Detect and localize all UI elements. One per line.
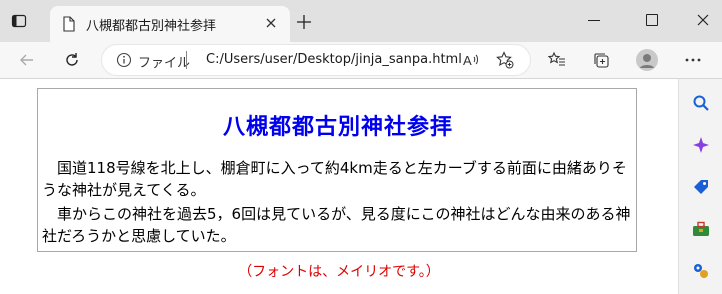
font-note: （フォントは、メイリオです。） [238, 264, 440, 280]
add-favorite-icon[interactable] [496, 51, 514, 69]
tools-icon[interactable] [691, 219, 711, 239]
close-icon[interactable] [264, 16, 278, 30]
tab-actions-icon[interactable] [10, 12, 28, 30]
games-icon[interactable] [691, 261, 711, 281]
address-separator [186, 51, 187, 69]
info-icon[interactable] [116, 52, 132, 68]
copilot-icon[interactable] [691, 135, 711, 155]
search-icon[interactable] [691, 93, 711, 113]
close-window-icon[interactable] [697, 14, 709, 26]
svg-text:A: A [463, 53, 472, 68]
refresh-icon[interactable] [63, 51, 81, 69]
back-icon[interactable] [18, 51, 36, 69]
profile-icon[interactable] [636, 49, 658, 71]
url-text[interactable]: C:/Users/user/Desktop/jinja_sanpa.html [206, 52, 462, 67]
more-icon[interactable] [684, 51, 702, 69]
favorites-icon[interactable] [548, 51, 566, 69]
address-bar[interactable]: ファイル C:/Users/user/Desktop/jinja_sanpa.h… [102, 45, 530, 75]
paragraph-1: 国道118号線を北上し、棚倉町に入って約4km走ると左カーブする前面に由緒ありそ… [42, 159, 627, 199]
collections-icon[interactable] [592, 51, 610, 69]
maximize-icon[interactable] [646, 14, 658, 26]
shopping-icon[interactable] [691, 177, 711, 197]
tab-title: 八槻都都古別神社参拝 [86, 19, 217, 34]
read-aloud-icon[interactable]: A [462, 51, 480, 69]
page-title: 八槻都都古別神社参拝 [222, 115, 453, 140]
title-bar: 八槻都都古別神社参拝 [0, 0, 722, 42]
page-icon [63, 16, 75, 32]
browser-toolbar: ファイル C:/Users/user/Desktop/jinja_sanpa.h… [0, 42, 722, 79]
browser-tab[interactable]: 八槻都都古別神社参拝 [50, 6, 290, 42]
right-sidebar [678, 79, 722, 294]
page-content: 八槻都都古別神社参拝 国道118号線を北上し、棚倉町に入って約4km走ると左カー… [0, 79, 678, 294]
new-tab-icon[interactable] [296, 14, 312, 30]
paragraph-2: 車からこの神社を過去5，6回は見ているが、見る度にこの神社はどんな由来のある神社… [42, 205, 631, 245]
article-box: 八槻都都古別神社参拝 国道118号線を北上し、棚倉町に入って約4km走ると左カー… [37, 88, 637, 252]
scheme-label: ファイル [138, 56, 191, 71]
minimize-icon[interactable] [588, 20, 600, 21]
